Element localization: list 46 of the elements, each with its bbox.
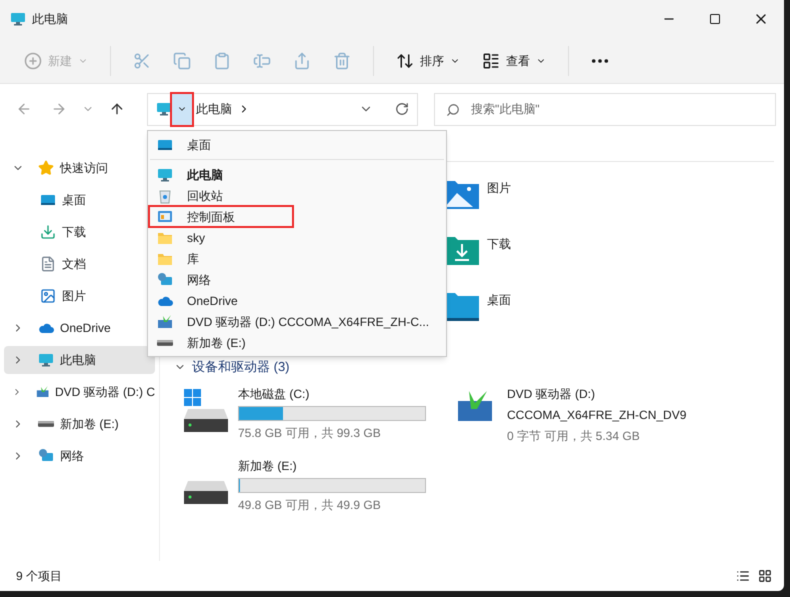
sidebar-label: 下载 [62, 224, 86, 241]
folder-name[interactable]: 下载 [487, 235, 511, 253]
menu-item-label: 控制面板 [187, 208, 235, 226]
menu-item-label: OneDrive [187, 292, 238, 310]
menu-item[interactable]: 桌面 [149, 134, 445, 155]
sidebar-label: 桌面 [62, 192, 86, 209]
drive-tile[interactable]: DVD 驱动器 (D:) CCCOMA_X64FRE_ZH-CN_DV9 0 字节 可用，共 5.34 GB [451, 384, 720, 444]
drive-name: DVD 驱动器 (D:) [507, 386, 596, 402]
sidebar-item[interactable]: 网络 [4, 442, 155, 470]
breadcrumb[interactable]: 此电脑 [196, 100, 232, 118]
address-bar[interactable]: 此电脑 [146, 92, 418, 126]
drive-space: 75.8 GB 可用，共 99.3 GB [238, 424, 382, 442]
sidebar-label: 文档 [62, 256, 86, 273]
sort-button[interactable]: 排序 [386, 44, 470, 76]
sidebar-label: OneDrive [60, 320, 111, 337]
sidebar-item[interactable]: 此电脑 [4, 346, 155, 374]
sidebar-item[interactable]: 新加卷 (E:) [4, 410, 155, 438]
drive-name: 本地磁盘 (C:) [238, 386, 310, 402]
menu-item-label: 此电脑 [187, 166, 223, 184]
sidebar-label: 图片 [62, 288, 86, 305]
drive-space: 49.8 GB 可用，共 49.9 GB [238, 496, 382, 514]
folder-name[interactable]: 桌面 [487, 291, 511, 309]
drive-tile[interactable]: 本地磁盘 (C:) 75.8 GB 可用，共 99.3 GB [182, 384, 451, 444]
menu-item-label: 新加卷 (E:) [187, 334, 246, 352]
section-title: 设备和驱动器 (3) [192, 358, 290, 376]
drive-name: 新加卷 (E:) [238, 458, 298, 474]
menu-item-label: DVD 驱动器 (D:) CCCOMA_X64FRE_ZH-C... [187, 314, 430, 330]
menu-item-label: sky [187, 230, 205, 246]
sidebar-label: DVD 驱动器 (D:) C [55, 384, 155, 401]
folder-name[interactable]: 图片 [487, 179, 511, 197]
volume-label: CCCOMA_X64FRE_ZH-CN_DV9 [507, 406, 686, 424]
drive-space: 0 字节 可用，共 5.34 GB [507, 428, 641, 444]
menu-item-label: 桌面 [187, 136, 211, 154]
drive-tile[interactable]: 新加卷 (E:) 49.8 GB 可用，共 49.9 GB [182, 456, 451, 514]
menu-item-label: 网络 [187, 272, 211, 288]
sidebar-label: 快速访问 [60, 160, 108, 177]
menu-item-label: 回收站 [187, 188, 223, 204]
search-field[interactable]: 搜索"此电脑" [434, 92, 776, 126]
sidebar-label: 新加卷 (E:) [60, 416, 119, 433]
item-count: 9 个项目 [16, 568, 62, 585]
sidebar-label: 此电脑 [60, 352, 96, 369]
sidebar-item[interactable]: DVD 驱动器 (D:) C [4, 378, 155, 406]
sidebar-label: 网络 [60, 448, 84, 465]
window-title: 此电脑 [32, 11, 68, 28]
view-button[interactable]: 查看 [472, 44, 556, 76]
menu-item-label: 库 [187, 250, 199, 268]
